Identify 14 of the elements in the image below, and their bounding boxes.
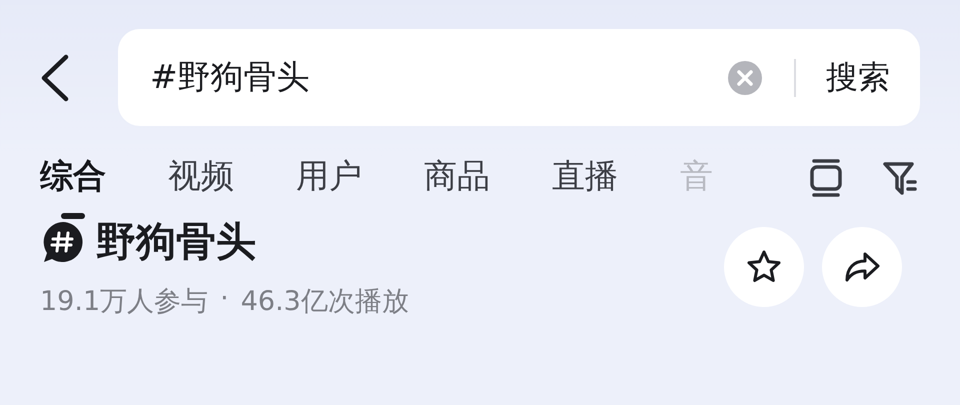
- tab[interactable]: 直播: [552, 154, 618, 219]
- search-button[interactable]: 搜索: [826, 56, 890, 100]
- tab[interactable]: 视频: [168, 154, 234, 219]
- share-icon: [843, 250, 881, 284]
- layout-icon[interactable]: [808, 158, 844, 198]
- participant-count: 19.1万人参与: [40, 285, 208, 319]
- topic-title: 野狗骨头: [96, 218, 256, 267]
- star-icon: [746, 248, 782, 284]
- tab[interactable]: 商品: [424, 154, 490, 219]
- play-count: 46.3亿次播放: [240, 285, 409, 319]
- separator-dot: ·: [220, 283, 229, 316]
- tab[interactable]: 用户: [296, 154, 362, 219]
- search-field[interactable]: #野狗骨头 搜索: [118, 29, 920, 126]
- search-input[interactable]: #野狗骨头: [150, 58, 728, 97]
